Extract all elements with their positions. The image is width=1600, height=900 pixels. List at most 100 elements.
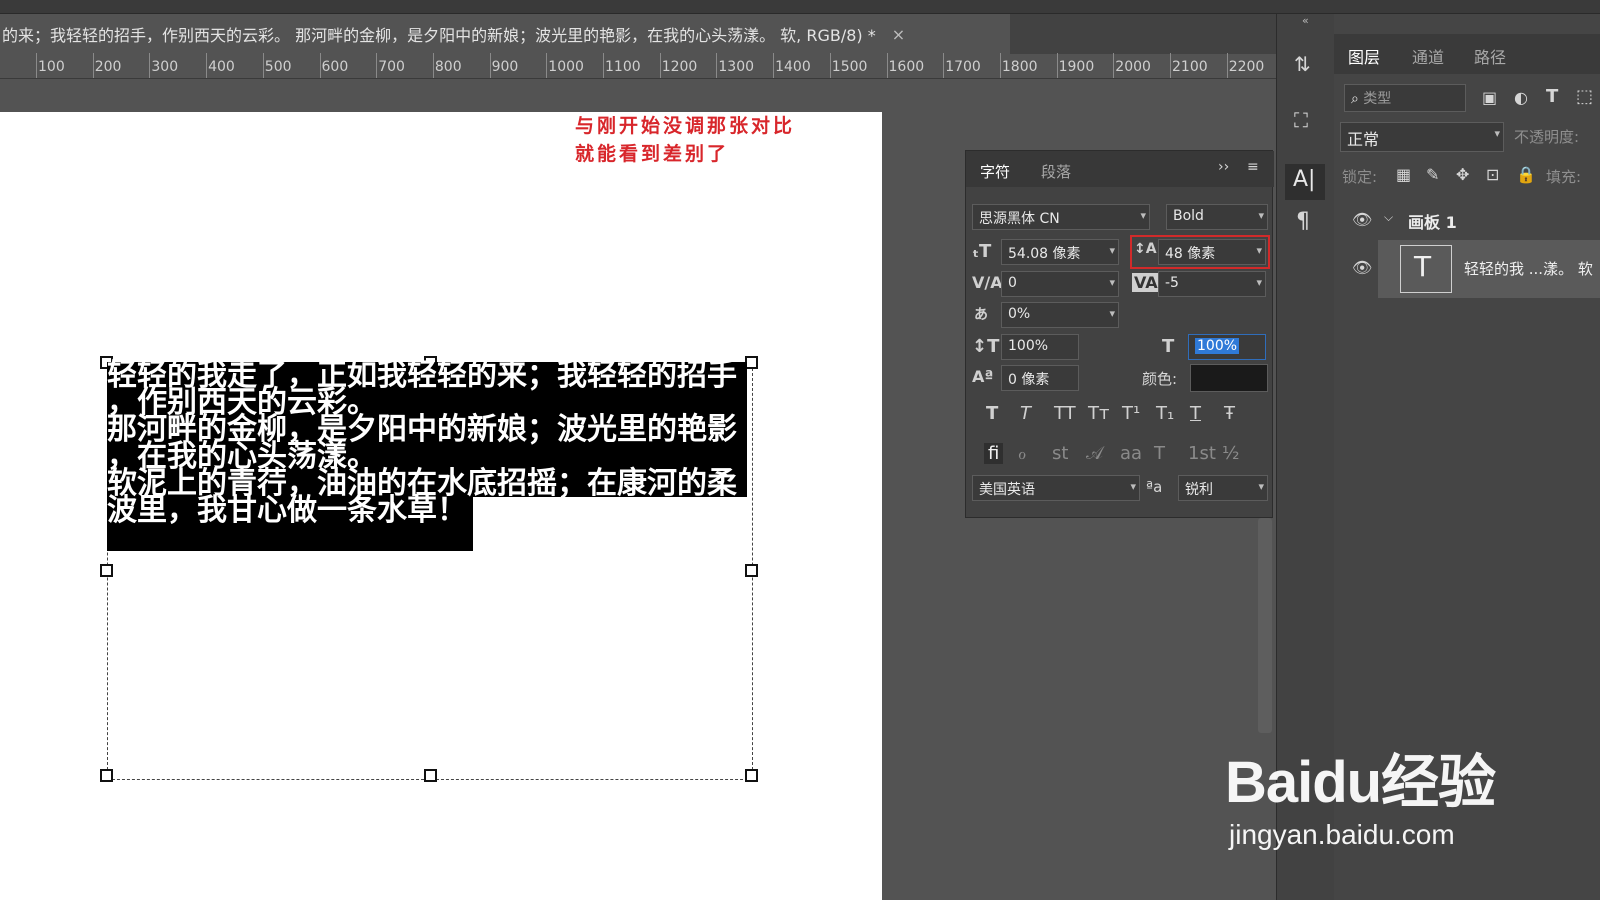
font-size-field[interactable]: 54.08 像素 ▾ bbox=[1001, 239, 1119, 265]
lock-position-icon[interactable]: ✥ bbox=[1456, 165, 1469, 184]
document-tab-bar: 的来；我轻轻的招手，作别西天的云彩。 那河畔的金柳，是夕阳中的新娘；波光里的艳影… bbox=[0, 14, 1280, 54]
type-layer-icon: T bbox=[1414, 250, 1432, 283]
document-tab[interactable]: 的来；我轻轻的招手，作别西天的云彩。 那河畔的金柳，是夕阳中的新娘；波光里的艳影… bbox=[0, 14, 1010, 54]
style-button[interactable]: T¹ bbox=[1122, 403, 1140, 424]
paragraph-icon[interactable]: ¶ bbox=[1296, 209, 1310, 234]
font-size-value: 54.08 像素 bbox=[1008, 246, 1081, 262]
antialias-dropdown[interactable]: 锐利 ▾ bbox=[1178, 475, 1268, 501]
style-button[interactable]: Ŧ bbox=[1224, 403, 1235, 424]
ruler-tick-mark bbox=[262, 53, 264, 78]
selected-text-block[interactable]: 轻轻的我走了，正如我轻轻的来；我轻轻的招手 ，作别西天的云彩。 那河畔的金柳，是… bbox=[107, 361, 747, 551]
close-tab-icon[interactable]: × bbox=[892, 25, 905, 44]
lock-artboard-icon[interactable]: ⊡ bbox=[1486, 165, 1499, 184]
opentype-button[interactable]: ½ bbox=[1222, 443, 1239, 464]
baseline-shift-field[interactable]: 0 像素 bbox=[1001, 365, 1079, 391]
vertical-scale-field[interactable]: 100% bbox=[1001, 334, 1079, 360]
opentype-button[interactable]: T bbox=[1154, 443, 1165, 464]
text-color-swatch[interactable] bbox=[1190, 364, 1268, 392]
ruler-tick-mark bbox=[36, 53, 37, 78]
tracking-field[interactable]: -5 ▾ bbox=[1158, 271, 1266, 297]
ruler-tick-label: 1700 bbox=[945, 59, 981, 75]
visibility-eye-icon[interactable]: 👁 bbox=[1352, 258, 1372, 277]
chevron-down-icon: ▾ bbox=[1258, 480, 1264, 493]
panel-menu-icon[interactable]: ≡ bbox=[1247, 159, 1259, 175]
opentype-buttons-row: fi ℴ st 𝒜aa T 1st ½ bbox=[976, 441, 1266, 469]
lock-all-icon[interactable]: 🔒 bbox=[1516, 165, 1536, 184]
font-style-dropdown[interactable]: Bold ▾ bbox=[1166, 204, 1268, 230]
history-icon[interactable]: ⇅ bbox=[1294, 52, 1311, 76]
character-icon: A| bbox=[1293, 167, 1316, 192]
tab-character[interactable]: 字符 bbox=[980, 161, 1010, 182]
kerning-field[interactable]: 0 ▾ bbox=[1001, 271, 1119, 297]
tab-paths[interactable]: 路径 bbox=[1474, 44, 1506, 68]
style-button[interactable]: TT bbox=[1054, 403, 1076, 424]
blend-mode-dropdown[interactable]: 正常 ▾ bbox=[1340, 122, 1504, 152]
ruler-tick-mark bbox=[92, 53, 94, 78]
style-buttons-row: T T TT Tт T¹ T₁ T Ŧ bbox=[976, 403, 1266, 429]
ruler-tick-mark bbox=[829, 53, 831, 78]
layer-filter-dropdown[interactable]: ⌕ 类型 bbox=[1344, 84, 1466, 112]
chevron-down-icon[interactable]: ⌵ bbox=[1384, 210, 1393, 225]
chevron-down-icon: ▾ bbox=[1258, 209, 1264, 222]
chevron-down-icon: ▾ bbox=[1256, 244, 1262, 257]
artboard-layer-row[interactable]: 👁 ⌵ 画板 1 bbox=[1334, 202, 1600, 240]
language-dropdown[interactable]: 美国英语 ▾ bbox=[972, 475, 1140, 501]
opentype-button[interactable]: ℴ bbox=[1018, 443, 1026, 464]
vertical-scale-icon: ↕T bbox=[972, 336, 1000, 357]
lock-image-brush-icon[interactable]: ✎ bbox=[1426, 165, 1439, 184]
baseline-shift-value: 0 像素 bbox=[1008, 372, 1050, 388]
tab-layers[interactable]: 图层 bbox=[1348, 44, 1380, 68]
opentype-button[interactable]: aa bbox=[1120, 443, 1142, 464]
color-label: 颜色: bbox=[1142, 370, 1178, 388]
character-panel-button[interactable]: A| bbox=[1285, 164, 1325, 200]
chevron-down-icon: ▾ bbox=[1256, 276, 1262, 289]
ruler-tick-label: 900 bbox=[491, 59, 519, 75]
annotation-line: 与刚开始没调那张对比 bbox=[575, 115, 796, 137]
panel-scrollbar[interactable] bbox=[1258, 518, 1272, 733]
tsume-field[interactable]: 0% ▾ bbox=[1001, 302, 1119, 328]
transform-handle-bottom-left[interactable] bbox=[100, 769, 113, 782]
opentype-button[interactable]: st bbox=[1052, 443, 1068, 464]
expand-panel-icon[interactable]: ›› bbox=[1218, 159, 1229, 175]
photoshop-window: 的来；我轻轻的招手，作别西天的云彩。 那河畔的金柳，是夕阳中的新娘；波光里的艳影… bbox=[0, 0, 1600, 900]
ruler-tick-mark bbox=[376, 53, 378, 78]
style-button[interactable]: T₁ bbox=[1156, 403, 1174, 424]
text-layer-thumbnail: T bbox=[1400, 245, 1452, 293]
font-family-dropdown[interactable]: 思源黑体 CN ▾ bbox=[972, 204, 1150, 230]
layers-panel-tabs: 图层 通道 路径 bbox=[1334, 34, 1600, 74]
style-button[interactable]: Tт bbox=[1088, 403, 1109, 424]
ruler-tick-mark bbox=[659, 53, 661, 78]
visibility-eye-icon[interactable]: 👁 bbox=[1352, 210, 1372, 229]
horizontal-scale-field[interactable]: 100% bbox=[1188, 334, 1266, 360]
transform-handle-bottom-center[interactable] bbox=[424, 769, 437, 782]
type-filter-icon[interactable]: T bbox=[1546, 86, 1558, 107]
search-icon: ⌕ bbox=[1351, 91, 1364, 107]
transform-handle-bottom-right[interactable] bbox=[745, 769, 758, 782]
chevron-down-icon: ▾ bbox=[1109, 307, 1115, 320]
opentype-button[interactable]: 𝒜 bbox=[1086, 443, 1103, 464]
tracking-icon: VA bbox=[1132, 273, 1160, 292]
opentype-button[interactable]: fi bbox=[984, 443, 1004, 464]
transform-handle-middle-right[interactable] bbox=[745, 564, 758, 577]
shape-filter-icon[interactable]: ⬚ bbox=[1576, 86, 1593, 107]
tab-paragraph[interactable]: 段落 bbox=[1041, 161, 1071, 182]
ruler-tick-mark bbox=[206, 53, 208, 78]
transform-handle-middle-left[interactable] bbox=[100, 564, 113, 577]
leading-field[interactable]: 48 像素 ▾ bbox=[1158, 239, 1266, 265]
text-line[interactable]: 波里，我甘心做一条水草！ bbox=[107, 496, 473, 551]
ruler-tick-label: 2100 bbox=[1172, 59, 1208, 75]
lock-transparent-icon[interactable]: ▦ bbox=[1396, 165, 1411, 184]
style-button[interactable]: T bbox=[1020, 403, 1031, 424]
style-button[interactable]: T bbox=[1190, 403, 1201, 424]
image-filter-icon[interactable]: ▣ bbox=[1482, 88, 1497, 107]
text-layer-row[interactable]: T 轻轻的我 ...漾。 软 bbox=[1378, 240, 1600, 298]
tab-channels[interactable]: 通道 bbox=[1412, 44, 1444, 68]
opentype-button[interactable]: 1st bbox=[1188, 443, 1216, 464]
adjustment-filter-icon[interactable]: ◐ bbox=[1514, 88, 1528, 107]
style-button[interactable]: T bbox=[986, 403, 998, 424]
character-panel: 字符 段落 ›› ≡ 思源黑体 CN ▾ Bold ▾ ₜT 54.08 像素 … bbox=[965, 150, 1274, 518]
horizontal-scale-value: 100% bbox=[1195, 338, 1240, 354]
properties-icon[interactable]: ⛶ bbox=[1294, 108, 1308, 132]
ruler-tick-mark bbox=[149, 53, 151, 78]
collapse-dock-icon[interactable]: « bbox=[1302, 14, 1309, 27]
